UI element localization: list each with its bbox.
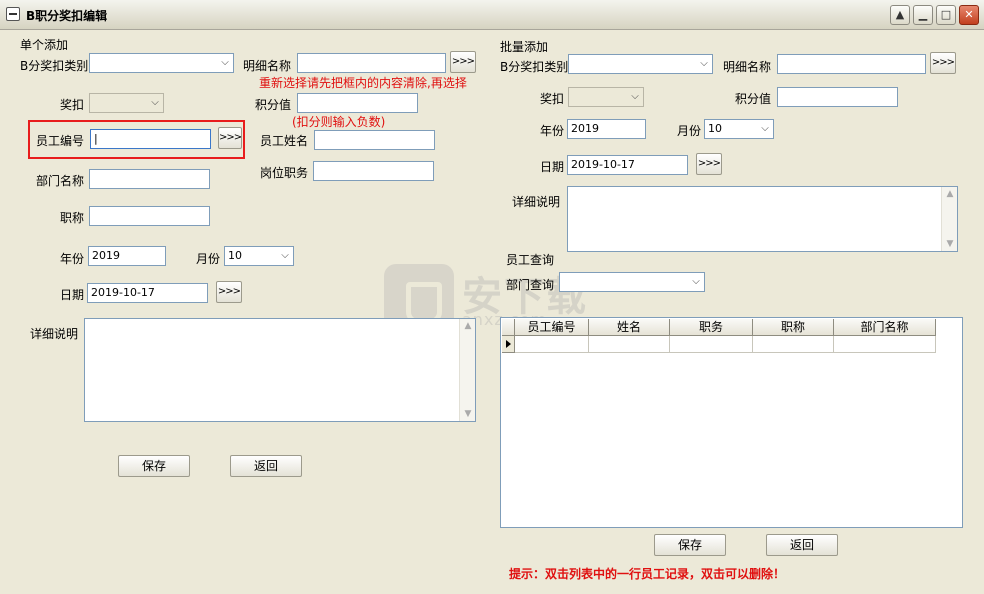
scroll-down-icon[interactable]: ▼ [460, 409, 476, 419]
batch-year-label: 年份 [540, 124, 565, 138]
emp-no-browse-button[interactable]: >>> [218, 127, 242, 149]
employee-grid[interactable]: 员工编号 姓名 职务 职称 部门名称 [500, 317, 963, 528]
score-hint: (扣分则输入负数) [292, 115, 386, 129]
save-button[interactable]: 保存 [118, 455, 190, 477]
batch-month-select[interactable]: 10 ⌵ [704, 119, 774, 139]
date-picker-button[interactable]: >>> [216, 281, 242, 303]
emp-name-field[interactable] [314, 130, 435, 150]
reselect-hint: 重新选择请先把框内的内容清除,再选择 [259, 76, 467, 90]
scroll-up-icon[interactable]: ▲ [942, 189, 958, 199]
batch-score-field[interactable] [777, 87, 898, 107]
title-field[interactable] [89, 206, 210, 226]
chevron-down-icon: ⌵ [692, 276, 700, 287]
grid-cell[interactable] [589, 336, 670, 353]
title-label: 职称 [60, 211, 85, 225]
emp-name-label: 员工姓名 [260, 134, 309, 148]
reward-label: 奖扣 [60, 98, 85, 112]
category-label: B分奖扣类别 [20, 59, 89, 73]
batch-desc-label: 详细说明 [512, 195, 561, 209]
date-label: 日期 [60, 288, 85, 302]
detail-name-browse-button[interactable]: >>> [450, 51, 476, 73]
chevron-down-icon: ⌵ [281, 250, 289, 261]
emp-no-label: 员工编号 [36, 134, 85, 148]
emp-query-title: 员工查询 [506, 253, 555, 267]
batch-add-title: 批量添加 [500, 40, 549, 54]
date-field[interactable]: 2019-10-17 [87, 283, 208, 303]
year-label: 年份 [60, 252, 85, 266]
batch-category-label: B分奖扣类别 [500, 60, 569, 74]
batch-detail-name-label: 明细名称 [723, 60, 772, 74]
grid-cell[interactable] [834, 336, 936, 353]
grid-cell[interactable] [670, 336, 753, 353]
dept-query-label: 部门查询 [506, 278, 555, 292]
detail-name-field[interactable] [297, 53, 446, 73]
batch-detail-name-field[interactable] [777, 54, 926, 74]
scroll-up-icon[interactable]: ▲ [460, 321, 476, 331]
grid-corner [502, 319, 515, 336]
batch-desc-textarea[interactable]: ▲ ▼ [567, 186, 958, 252]
batch-date-field[interactable]: 2019-10-17 [567, 155, 688, 175]
batch-back-button[interactable]: 返回 [766, 534, 838, 556]
position-label: 岗位职务 [260, 166, 309, 180]
year-field[interactable]: 2019 [88, 246, 166, 266]
dept-query-select[interactable]: ⌵ [559, 272, 705, 292]
title-bar: B职分奖扣编辑 ▲ ▁ □ ✕ [0, 0, 984, 30]
batch-reward-label: 奖扣 [540, 92, 565, 106]
batch-detail-name-browse-button[interactable]: >>> [930, 52, 956, 74]
chevron-down-icon: ⌵ [221, 57, 229, 68]
chevron-down-icon: ⌵ [700, 58, 708, 69]
chevron-down-icon: ⌵ [761, 123, 769, 134]
batch-month-label: 月份 [677, 124, 702, 138]
dept-label: 部门名称 [36, 174, 85, 188]
month-select[interactable]: 10 ⌵ [224, 246, 294, 266]
desc-textarea[interactable]: ▲ ▼ [84, 318, 476, 422]
window-title: B职分奖扣编辑 [26, 9, 108, 23]
batch-date-label: 日期 [540, 160, 565, 174]
batch-year-field[interactable]: 2019 [567, 119, 646, 139]
scroll-down-icon[interactable]: ▼ [942, 239, 958, 249]
grid-header-dept[interactable]: 部门名称 [834, 319, 936, 336]
single-add-title: 单个添加 [20, 38, 69, 52]
reward-select[interactable]: ⌵ [89, 93, 164, 113]
batch-category-select[interactable]: ⌵ [568, 54, 713, 74]
desc-label: 详细说明 [30, 327, 79, 341]
category-select[interactable]: ⌵ [89, 53, 234, 73]
score-field[interactable] [297, 93, 418, 113]
chevron-down-icon: ⌵ [151, 97, 159, 108]
chevron-down-icon: ⌵ [631, 91, 639, 102]
batch-score-label: 积分值 [735, 92, 772, 106]
tip-text: 提示：双击列表中的一行员工记录，双击可以删除！ [509, 567, 786, 581]
grid-cell[interactable] [515, 336, 589, 353]
maximize-button[interactable]: □ [936, 5, 956, 25]
dept-field[interactable] [89, 169, 210, 189]
scrollbar[interactable]: ▲ ▼ [941, 187, 957, 251]
grid-header-duty[interactable]: 职务 [670, 319, 753, 336]
score-label: 积分值 [255, 98, 292, 112]
scrollbar[interactable]: ▲ ▼ [459, 319, 475, 421]
grid-header-emp-no[interactable]: 员工编号 [515, 319, 589, 336]
batch-reward-select[interactable]: ⌵ [568, 87, 644, 107]
emp-no-field[interactable]: | [90, 129, 211, 149]
close-button[interactable]: ✕ [959, 5, 979, 25]
app-menu-icon[interactable] [6, 7, 20, 21]
batch-save-button[interactable]: 保存 [654, 534, 726, 556]
position-field[interactable] [313, 161, 434, 181]
batch-date-picker-button[interactable]: >>> [696, 153, 722, 175]
month-label: 月份 [196, 252, 221, 266]
help-button[interactable]: ▲ [890, 5, 910, 25]
current-row-marker-icon [502, 336, 515, 353]
grid-cell[interactable] [753, 336, 834, 353]
back-button[interactable]: 返回 [230, 455, 302, 477]
detail-name-label: 明细名称 [243, 59, 292, 73]
minimize-button[interactable]: ▁ [913, 5, 933, 25]
grid-header-title[interactable]: 职称 [753, 319, 834, 336]
grid-header-name[interactable]: 姓名 [589, 319, 670, 336]
